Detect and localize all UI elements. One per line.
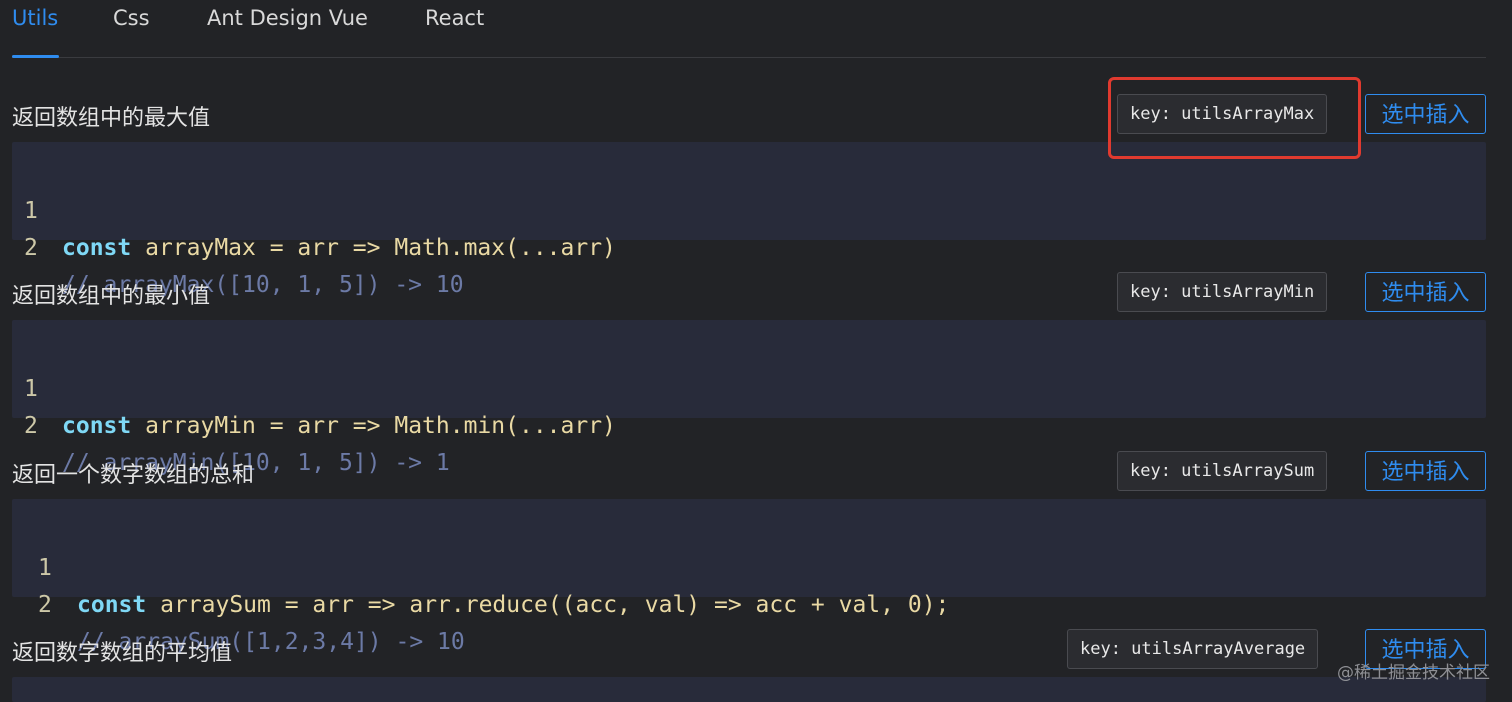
line-number: 2 bbox=[24, 235, 38, 261]
code-block: 1 const arrayMin = arr => Math.min(...ar… bbox=[12, 320, 1486, 476]
snippet-title: 返回数字数组的平均值 bbox=[12, 641, 233, 666]
snippet-section: 返回一个数字数组的总和 key: utilsArraySum 选中插入 1 co… bbox=[12, 451, 1486, 655]
code-line: 1 const arrayMin = arr => Math.min(...ar… bbox=[12, 334, 1486, 439]
tab-react[interactable]: React bbox=[425, 6, 484, 30]
insert-button[interactable]: 选中插入 bbox=[1365, 272, 1486, 312]
tab-ant-design-vue[interactable]: Ant Design Vue bbox=[207, 6, 368, 30]
tab-bar: Utils Css Ant Design Vue React bbox=[0, 0, 1486, 58]
code-line: 2 // arraySum([1,2,3,4]) -> 10 bbox=[12, 550, 1486, 655]
line-number: 2 bbox=[38, 592, 52, 618]
tab-css[interactable]: Css bbox=[113, 6, 150, 30]
code-text: arrayMin = arr => Math.min(...arr) bbox=[131, 413, 616, 439]
tab-divider bbox=[12, 57, 1486, 58]
snippet-title: 返回数组中的最大值 bbox=[12, 106, 211, 131]
code-text: arrayMax = arr => Math.max(...arr) bbox=[131, 235, 616, 261]
snippet-title: 返回一个数字数组的总和 bbox=[12, 463, 255, 488]
code-block bbox=[12, 677, 1486, 702]
code-line: 2 // arrayMin([10, 1, 5]) -> 1 bbox=[12, 371, 1486, 476]
annotation-highlight-box bbox=[1108, 77, 1361, 159]
line-number: 2 bbox=[24, 413, 38, 439]
snippet-section: 返回数字数组的平均值 key: utilsArrayAverage 选中插入 bbox=[12, 629, 1486, 702]
code-line: 1 const arrayMax = arr => Math.max(...ar… bbox=[12, 156, 1486, 261]
insert-button[interactable]: 选中插入 bbox=[1365, 94, 1486, 134]
snippet-key-label: key: utilsArraySum bbox=[1117, 451, 1328, 491]
snippet-section: 返回数组中的最小值 key: utilsArrayMin 选中插入 1 cons… bbox=[12, 272, 1486, 476]
snippet-key-label: key: utilsArrayMin bbox=[1117, 272, 1328, 312]
code-text: arraySum = arr => arr.reduce((acc, val) … bbox=[146, 592, 950, 618]
active-tab-indicator bbox=[12, 55, 59, 58]
code-line: 2 // arrayMax([10, 1, 5]) -> 10 bbox=[12, 193, 1486, 298]
snippet-key-label: key: utilsArrayAverage bbox=[1067, 629, 1319, 669]
watermark-text: @稀土掘金技术社区 bbox=[1337, 663, 1490, 683]
insert-button[interactable]: 选中插入 bbox=[1365, 451, 1486, 491]
snippet-title: 返回数组中的最小值 bbox=[12, 284, 211, 309]
code-block: 1 const arraySum = arr => arr.reduce((ac… bbox=[12, 499, 1486, 655]
code-line: 1 const arraySum = arr => arr.reduce((ac… bbox=[12, 513, 1486, 618]
tab-utils[interactable]: Utils bbox=[12, 6, 58, 30]
